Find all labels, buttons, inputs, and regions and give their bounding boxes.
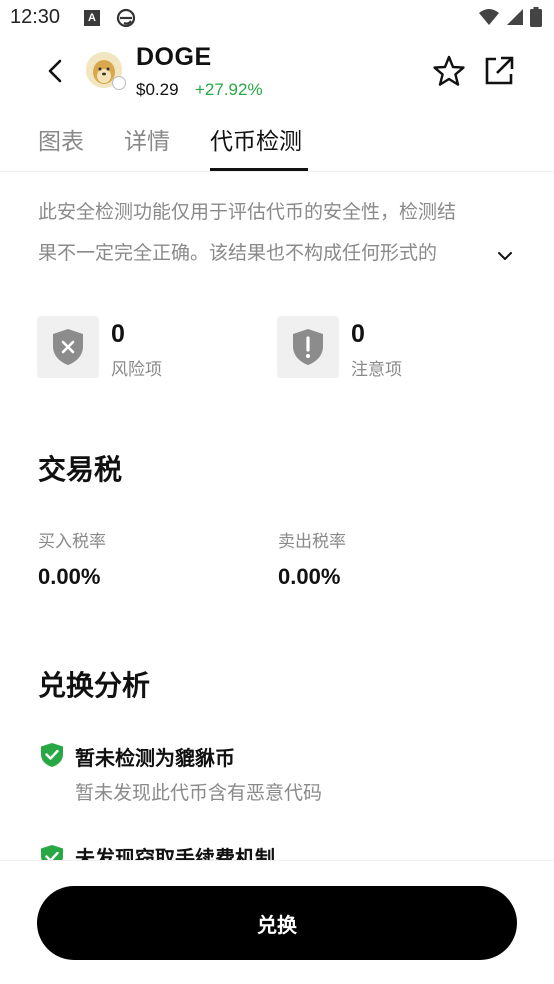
swap-button[interactable]: 兑换	[37, 886, 517, 960]
shield-check-icon	[40, 844, 64, 860]
token-price: $0.29	[136, 80, 179, 99]
disclaimer-line-1: 此安全检测功能仅用于评估代币的安全性，检测结	[38, 201, 457, 223]
favorite-button[interactable]	[432, 54, 466, 88]
analysis-item-title: 暂未检测为貔貅币	[75, 746, 235, 770]
disclaimer-text: 此安全检测功能仅用于评估代币的安全性，检测结 果不一定完全正确。该结果也不构成任…	[38, 192, 514, 274]
token-header: DOGE $0.29 +27.92%	[0, 40, 554, 104]
disclaimer-line-2: 果不一定完全正确。该结果也不构成任何形式的	[38, 242, 438, 264]
attention-count: 0	[351, 320, 365, 348]
tab-bar: 图表 详情 代币检测	[0, 108, 554, 172]
shield-exclamation-icon	[293, 329, 323, 365]
chain-badge-icon	[112, 76, 126, 90]
sell-tax-value: 0.00%	[278, 564, 341, 589]
shield-check-icon	[40, 742, 64, 768]
status-time: 12:30	[10, 6, 61, 28]
buy-tax-label: 买入税率	[38, 532, 106, 552]
attention-label: 注意项	[351, 360, 402, 380]
shield-x-icon	[53, 329, 83, 365]
status-bar: 12:30 A	[0, 0, 554, 38]
signal-icon	[506, 8, 524, 30]
doge-logo	[86, 52, 126, 90]
external-link-icon	[485, 56, 514, 85]
price-change: +27.92%	[195, 80, 263, 99]
attention-icon-box	[277, 316, 339, 378]
notification-a-icon: A	[84, 10, 100, 26]
bottom-action-bar: 兑换	[0, 860, 554, 984]
analysis-item-title: 未发现窃取手续费机制	[75, 846, 275, 860]
buy-tax-value: 0.00%	[38, 564, 101, 589]
analysis-item-desc: 暂未发现此代币含有恶意代码	[75, 782, 323, 804]
chevron-down-icon	[498, 252, 512, 260]
analysis-section-title: 兑换分析	[38, 669, 151, 702]
tab-token-check[interactable]: 代币检测	[210, 122, 302, 156]
browser-e-icon	[116, 8, 136, 28]
token-symbol: DOGE	[136, 43, 212, 71]
tab-chart[interactable]: 图表	[38, 122, 84, 156]
status-indicators	[478, 7, 542, 31]
active-tab-indicator	[210, 168, 308, 171]
risk-count: 0	[111, 320, 125, 348]
star-icon	[433, 55, 465, 86]
wifi-icon	[478, 8, 500, 30]
tab-details[interactable]: 详情	[124, 122, 170, 156]
risk-icon-box	[37, 316, 99, 378]
sell-tax-label: 卖出税率	[278, 532, 346, 552]
tax-section-title: 交易税	[38, 453, 123, 486]
chevron-left-icon	[48, 59, 62, 83]
scroll-clipped-content: 未发现窃取手续费机制	[0, 838, 554, 860]
battery-icon	[530, 7, 542, 31]
share-button[interactable]	[482, 54, 516, 88]
back-button[interactable]	[40, 56, 70, 86]
risk-label: 风险项	[111, 360, 162, 380]
expand-disclaimer-button[interactable]	[494, 244, 516, 266]
